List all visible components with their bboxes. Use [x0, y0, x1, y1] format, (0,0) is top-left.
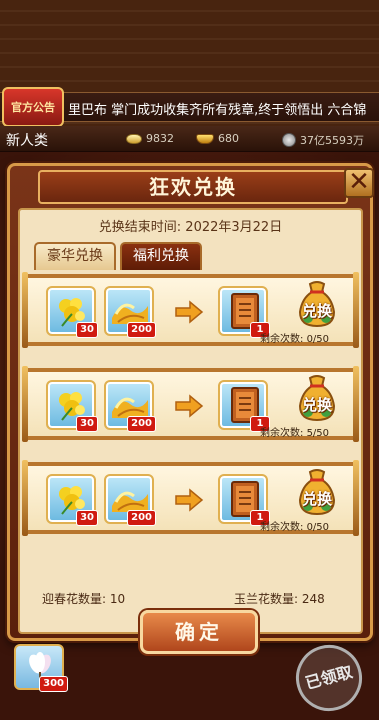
tab-welfare-exchange[interactable]: 福利兑换	[120, 242, 202, 270]
close-button[interactable]: ✕	[344, 168, 374, 198]
exchange-label: 兑换	[301, 302, 332, 320]
silver-icon	[126, 133, 142, 144]
golden-cloud-item[interactable]: 200	[104, 380, 156, 432]
item-count-badge: 300	[39, 676, 68, 692]
remaining-times: 剩余次数: 5/50	[260, 424, 329, 439]
silver-resource: 9832	[126, 132, 174, 145]
remaining-value: 0/50	[306, 334, 330, 345]
tab-luxury-exchange[interactable]: 豪华兑换	[34, 242, 116, 270]
dialog-title: 狂欢兑换	[38, 170, 348, 204]
remaining-times: 剩余次数: 0/50	[260, 330, 329, 345]
exchange-row: 30 200 1 兑换	[22, 272, 359, 348]
winter-jasmine-count: 迎春花数量: 10	[42, 592, 126, 606]
exchange-dialog: 狂欢兑换 ✕ 兑换结束时间: 2022年3月22日 豪华兑换 福利兑换 30 2…	[7, 163, 374, 654]
skill-book-item[interactable]: 1	[218, 380, 270, 432]
silver-value: 9832	[146, 132, 174, 145]
end-time-text: 兑换结束时间: 2022年3月22日	[98, 220, 283, 235]
gold-ingot-icon	[196, 133, 214, 144]
ticker-text: 里巴布 掌门成功收集齐所有残章,终于领悟出 六合锦	[68, 103, 367, 117]
exchange-button[interactable]: 兑换	[292, 468, 342, 520]
copper-resource: 37亿5593万	[282, 132, 364, 148]
gold-resource: 680	[196, 132, 239, 145]
item-count-badge: 30	[76, 322, 98, 338]
confirm-button[interactable]: 确定	[140, 610, 258, 654]
remaining-label: 剩余次数:	[260, 428, 304, 439]
item-count-badge: 200	[127, 416, 156, 432]
dialog-body: 兑换结束时间: 2022年3月22日 豪华兑换 福利兑换 30 200 1 兑换…	[18, 208, 363, 654]
copper-value: 37亿5593万	[300, 134, 364, 147]
remaining-label: 剩余次数:	[260, 522, 304, 533]
remaining-value: 0/50	[306, 522, 330, 533]
magnolia-count: 玉兰花数量: 248	[234, 592, 325, 606]
gold-value: 680	[218, 132, 239, 145]
skill-book-item[interactable]: 1	[218, 286, 270, 338]
item-count-badge: 30	[76, 416, 98, 432]
announcement-ticker: 官方公告 里巴布 掌门成功收集齐所有残章,终于领悟出 六合锦	[0, 87, 379, 127]
copper-icon	[282, 133, 296, 147]
category-label: 新人类	[6, 133, 48, 149]
arrow-right-icon	[175, 488, 204, 512]
arrow-right-icon	[175, 300, 204, 324]
item-count-badge: 200	[127, 510, 156, 526]
remaining-label: 剩余次数:	[260, 334, 304, 345]
official-notice-badge[interactable]: 官方公告	[2, 87, 64, 127]
arrow-right-icon	[175, 394, 204, 418]
winter-jasmine-item[interactable]: 30	[46, 286, 98, 338]
remaining-value: 5/50	[306, 428, 330, 439]
magnolia-item[interactable]: 300	[14, 644, 68, 692]
exchange-button[interactable]: 兑换	[292, 280, 342, 332]
golden-cloud-item[interactable]: 200	[104, 474, 156, 526]
item-count-badge: 30	[76, 510, 98, 526]
item-count-badge: 200	[127, 322, 156, 338]
exchange-row: 30 200 1 兑换	[22, 460, 359, 536]
golden-cloud-item[interactable]: 200	[104, 286, 156, 338]
resource-bar: 新人类 9832 680 37亿5593万	[0, 126, 379, 152]
exchange-label: 兑换	[301, 490, 332, 508]
exchange-label: 兑换	[301, 396, 332, 414]
winter-jasmine-item[interactable]: 30	[46, 380, 98, 432]
exchange-row: 30 200 1 兑换	[22, 366, 359, 442]
exchange-button[interactable]: 兑换	[292, 374, 342, 426]
skill-book-item[interactable]: 1	[218, 474, 270, 526]
remaining-times: 剩余次数: 0/50	[260, 518, 329, 533]
winter-jasmine-item[interactable]: 30	[46, 474, 98, 526]
